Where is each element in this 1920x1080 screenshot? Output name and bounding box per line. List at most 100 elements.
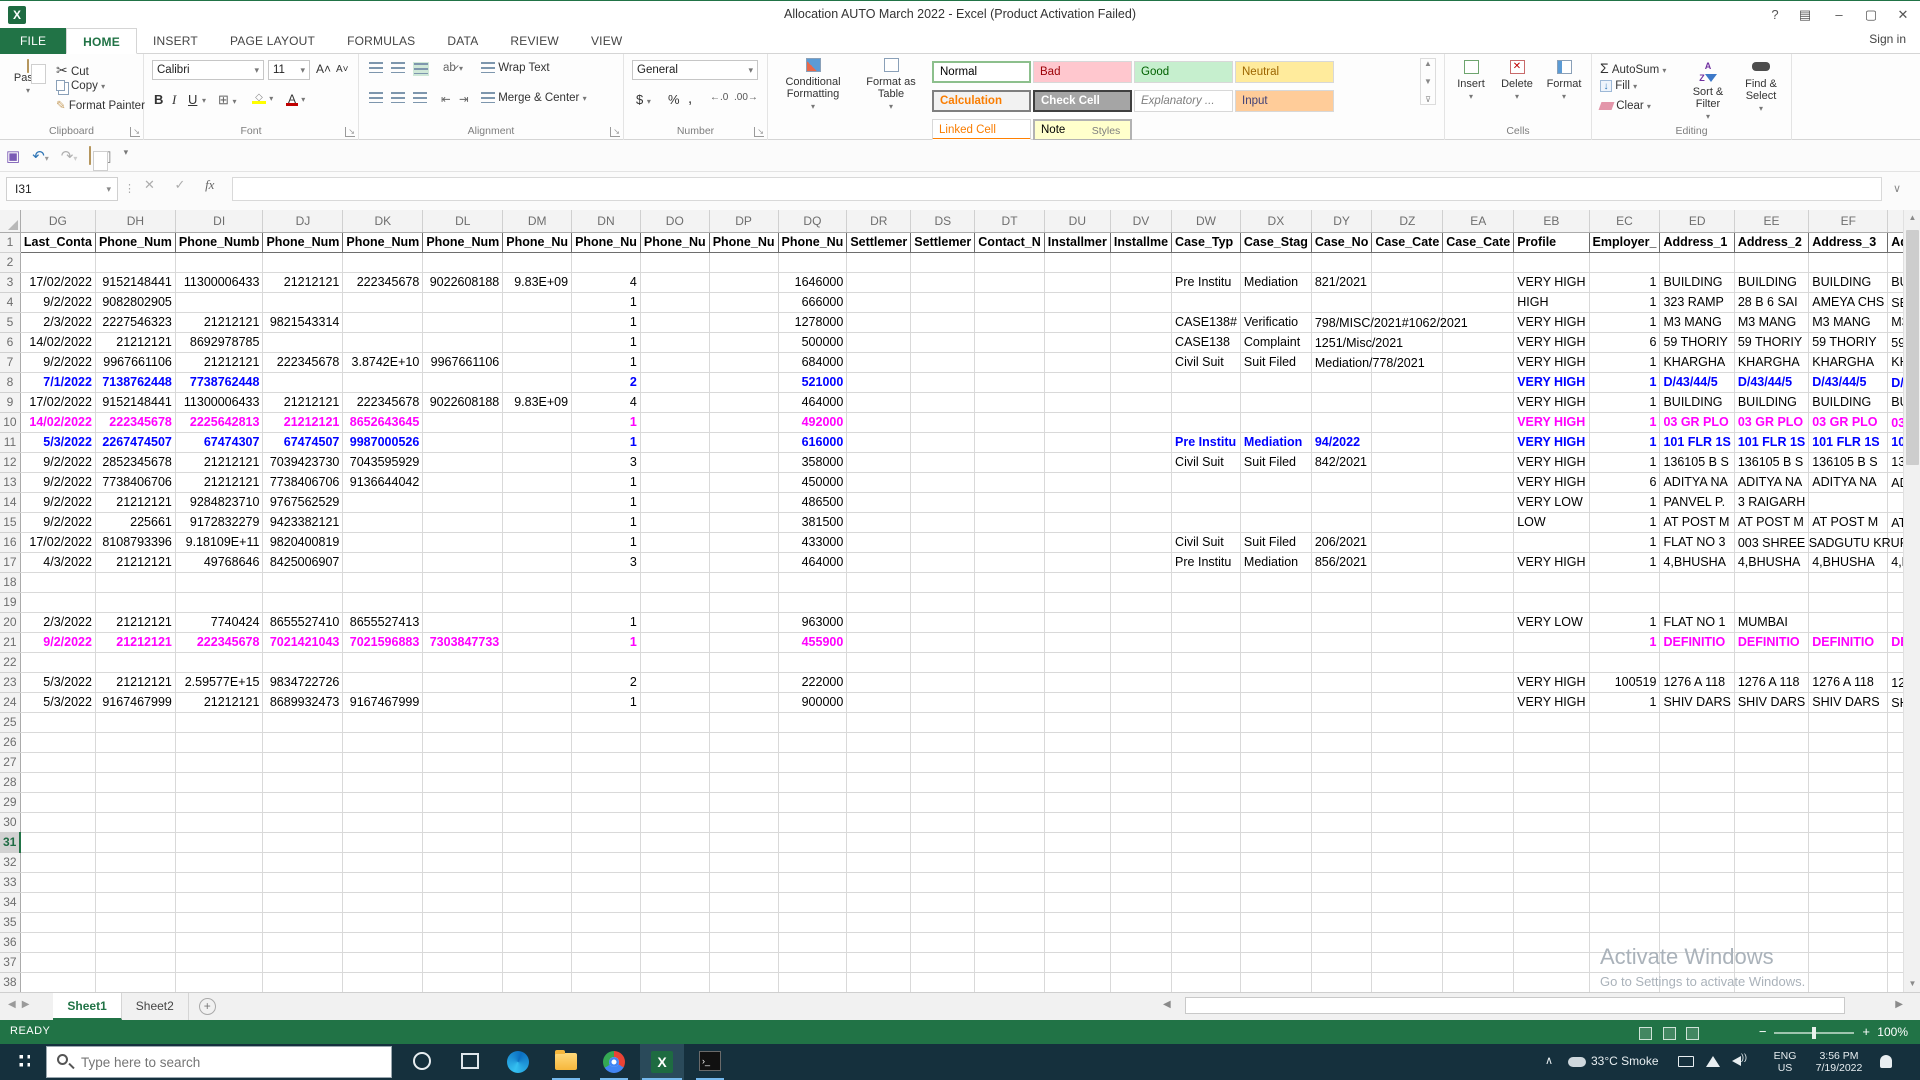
cell-DT6[interactable] xyxy=(974,332,1045,353)
cell-DI10[interactable]: 2225642813 xyxy=(175,412,264,433)
cell-DO22[interactable] xyxy=(640,652,710,673)
terminal-button[interactable]: ›_ xyxy=(688,1044,732,1080)
cell-DZ14[interactable] xyxy=(1371,492,1444,513)
cell-EB37[interactable] xyxy=(1513,952,1590,973)
cell-EF1[interactable]: Address_3 xyxy=(1808,231,1889,253)
cell-DS16[interactable] xyxy=(910,532,976,553)
cell-DJ38[interactable] xyxy=(262,972,344,992)
cell-DT16[interactable] xyxy=(974,532,1045,553)
cell-DP35[interactable] xyxy=(709,912,779,933)
cell-DX16[interactable]: Suit Filed xyxy=(1240,532,1312,553)
cell-DP27[interactable] xyxy=(709,752,779,773)
cell-DG13[interactable]: 9/2/2022 xyxy=(20,472,96,493)
cell-DV37[interactable] xyxy=(1110,952,1173,973)
cell-DR21[interactable] xyxy=(846,632,912,653)
cell-DZ10[interactable] xyxy=(1371,412,1444,433)
cell-DO24[interactable] xyxy=(640,692,710,713)
cell-DJ25[interactable] xyxy=(262,712,344,733)
cell-EC27[interactable] xyxy=(1589,752,1661,773)
italic-button[interactable]: I xyxy=(172,92,176,108)
cell-EE34[interactable] xyxy=(1734,892,1810,913)
cell-DT13[interactable] xyxy=(974,472,1045,493)
cell-DL31[interactable] xyxy=(422,832,504,853)
cell-EE20[interactable]: MUMBAI xyxy=(1734,612,1810,633)
cell-DL22[interactable] xyxy=(422,652,504,673)
cell-DY37[interactable] xyxy=(1311,952,1373,973)
cell-DX1[interactable]: Case_Stag xyxy=(1239,231,1312,253)
cell-DU6[interactable] xyxy=(1044,332,1111,353)
cell-DS23[interactable] xyxy=(910,672,976,693)
cell-ED19[interactable] xyxy=(1659,592,1735,613)
cell-DH3[interactable]: 9152148441 xyxy=(95,272,176,293)
row-header-38[interactable]: 38 xyxy=(0,972,21,992)
cell-ED38[interactable] xyxy=(1659,972,1735,992)
cell-DR33[interactable] xyxy=(846,872,912,893)
cell-DY6[interactable]: 1251/Misc/2021 xyxy=(1311,332,1403,353)
cell-EG18[interactable] xyxy=(1887,572,1903,593)
cell-DV14[interactable] xyxy=(1110,492,1173,513)
cell-DZ20[interactable] xyxy=(1371,612,1444,633)
cell-DH25[interactable] xyxy=(95,712,176,733)
cell-DY33[interactable] xyxy=(1311,872,1373,893)
row-header-36[interactable]: 36 xyxy=(0,932,21,953)
cell-DT14[interactable] xyxy=(974,492,1045,513)
row-header-31[interactable]: 31 xyxy=(0,832,22,853)
cell-DY23[interactable] xyxy=(1311,672,1373,693)
cell-ED24[interactable]: SHIV DARS xyxy=(1659,692,1735,713)
cell-DZ8[interactable] xyxy=(1371,372,1444,393)
cell-DU4[interactable] xyxy=(1044,292,1111,313)
cell-EF36[interactable] xyxy=(1808,932,1889,953)
cell-DH27[interactable] xyxy=(95,752,176,773)
row-header-4[interactable]: 4 xyxy=(0,292,21,313)
cell-DL16[interactable] xyxy=(422,532,504,553)
cell-DH26[interactable] xyxy=(95,732,176,753)
cell-EF28[interactable] xyxy=(1808,772,1889,793)
cell-EF23[interactable]: 1276 A 118 xyxy=(1808,672,1889,693)
cell-DI28[interactable] xyxy=(175,772,264,793)
cell-DX25[interactable] xyxy=(1240,712,1312,733)
cell-DI1[interactable]: Phone_Numb xyxy=(174,231,264,253)
cell-EC25[interactable] xyxy=(1589,712,1661,733)
cell-DP34[interactable] xyxy=(709,892,779,913)
cell-EF6[interactable]: 59 THORIY xyxy=(1808,332,1889,353)
cell-DU11[interactable] xyxy=(1044,432,1111,453)
cell-DP15[interactable] xyxy=(709,512,779,533)
cell-DO6[interactable] xyxy=(640,332,710,353)
cell-EF22[interactable] xyxy=(1808,652,1889,673)
cell-DM36[interactable] xyxy=(502,932,573,953)
cell-DP33[interactable] xyxy=(709,872,779,893)
cell-DP14[interactable] xyxy=(709,492,779,513)
row-header-33[interactable]: 33 xyxy=(0,872,21,893)
cell-DV12[interactable] xyxy=(1110,452,1173,473)
col-header-DV[interactable]: DV xyxy=(1110,210,1173,233)
cell-DS11[interactable] xyxy=(910,432,976,453)
row-header-35[interactable]: 35 xyxy=(0,912,21,933)
cell-DT7[interactable] xyxy=(974,352,1045,373)
cell-DK37[interactable] xyxy=(342,952,424,973)
cell-DT28[interactable] xyxy=(974,772,1045,793)
cortana-button[interactable] xyxy=(400,1044,444,1080)
zoom-slider-thumb[interactable] xyxy=(1812,1026,1817,1039)
cell-EF24[interactable]: SHIV DARS xyxy=(1808,692,1889,713)
cell-DQ36[interactable] xyxy=(778,932,848,953)
cell-EG13[interactable]: ADITYA NATH APA xyxy=(1887,472,1903,493)
cell-DM17[interactable] xyxy=(502,552,573,573)
cell-DN18[interactable] xyxy=(571,572,641,593)
cell-DJ30[interactable] xyxy=(262,812,344,833)
cell-DI31[interactable] xyxy=(175,832,264,853)
cell-DL38[interactable] xyxy=(422,972,504,992)
cell-DK4[interactable] xyxy=(342,292,424,313)
cell-DQ5[interactable]: 1278000 xyxy=(778,312,848,333)
cell-DU38[interactable] xyxy=(1044,972,1111,992)
cell-DV10[interactable] xyxy=(1110,412,1173,433)
cell-EF14[interactable] xyxy=(1808,492,1889,513)
cell-EB23[interactable]: VERY HIGH xyxy=(1513,672,1590,693)
increase-indent-button[interactable]: ⇥ xyxy=(459,92,469,106)
cell-DO35[interactable] xyxy=(640,912,710,933)
cell-EF37[interactable] xyxy=(1808,952,1889,973)
cell-DL15[interactable] xyxy=(422,512,504,533)
cell-DT15[interactable] xyxy=(974,512,1045,533)
cell-DQ13[interactable]: 450000 xyxy=(778,472,848,493)
cell-DJ34[interactable] xyxy=(262,892,344,913)
cell-DM31[interactable] xyxy=(502,832,573,853)
